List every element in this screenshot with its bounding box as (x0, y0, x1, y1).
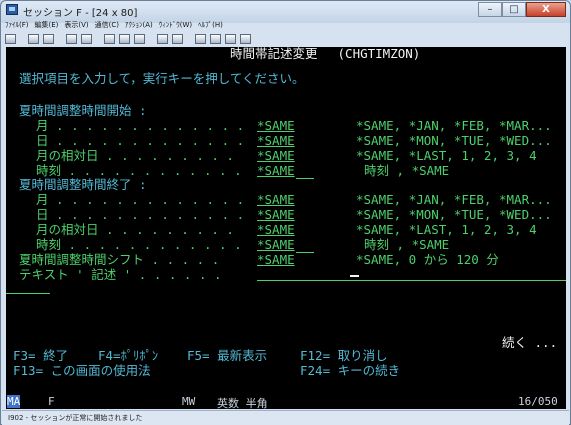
fkey-f4[interactable]: F4=ﾎﾟﾘﾎﾟﾝ (98, 349, 158, 363)
status-bar: I902 - セッションが正常に開始されました (2, 410, 569, 425)
paste-icon[interactable] (43, 34, 54, 44)
dst-start-month-input[interactable]: *SAME (257, 119, 295, 133)
dst-shift-choices: *SAME, 0 から 120 分 (356, 252, 499, 267)
dst-start-day-choices: *SAME, *MON, *TUE, *WED... (356, 133, 552, 148)
dst-end-relday-choices: *SAME, *LAST, 1, 2, 3, 4 (356, 222, 537, 237)
dst-end-time-label: 時刻 . . . . . . . . . . . . (36, 237, 242, 252)
dst-end-month-choices: *SAME, *JAN, *FEB, *MAR... (356, 192, 552, 207)
menu-file[interactable]: ﾌｧｲﾙ(F) (5, 20, 29, 32)
oia-mw: MW (182, 395, 196, 408)
palette-icon[interactable] (210, 34, 221, 44)
text-description-field-line (257, 280, 566, 281)
dst-start-month-label: 月 . . . . . . . . . . . . . (36, 118, 245, 133)
fkey-f24[interactable]: F24= キーの続き (300, 364, 400, 378)
send-icon[interactable] (66, 34, 77, 44)
dst-start-day-label: 日 . . . . . . . . . . . . . (36, 133, 245, 148)
menu-bar: ﾌｧｲﾙ(F) 編集(E) 表示(V) 通信(C) ｱｸｼｮﾝ(A) ｳｨﾝﾄﾞ… (5, 20, 223, 32)
dst-start-relday-choices: *SAME, *LAST, 1, 2, 3, 4 (356, 148, 537, 163)
title-bar[interactable]: セッション F - [24 x 80] – □ X (1, 1, 570, 19)
menu-window[interactable]: ｳｨﾝﾄﾞｳ(W) (159, 20, 192, 32)
more-indicator: 続く ... (502, 335, 558, 350)
oia-ma: MA (7, 395, 21, 408)
menu-edit[interactable]: 編集(E) (35, 20, 59, 32)
receive-icon[interactable] (81, 34, 92, 44)
text-cursor (350, 275, 359, 277)
instruction-text: 選択項目を入力して，実行キーを押してください。 (19, 71, 305, 86)
operator-info-area: MA F MW 英数 半角 16/050 (6, 394, 566, 410)
dst-end-relday-label: 月の相対日 . . . . . . . . . (36, 222, 234, 237)
stop-icon[interactable] (157, 34, 168, 44)
emulator-window: セッション F - [24 x 80] – □ X ﾌｧｲﾙ(F) 編集(E) … (0, 0, 571, 425)
close-button[interactable]: X (526, 2, 566, 17)
fkey-f5[interactable]: F5= 最新表示 (187, 349, 267, 363)
help-icon[interactable] (240, 34, 251, 44)
menu-communication[interactable]: 通信(C) (95, 20, 119, 32)
toolbar (5, 34, 251, 46)
tip-icon[interactable] (225, 34, 236, 44)
fkey-f3[interactable]: F3= 終了 (13, 349, 68, 363)
dst-start-relday-input[interactable]: *SAME (257, 149, 295, 163)
screen-title: 時間帯記述変更 (CHGTIMZON) (230, 47, 421, 61)
customize-icon[interactable] (195, 34, 206, 44)
text-description-label: テキスト ' 記述 ' . . . . . . (19, 267, 222, 282)
dst-shift-label: 夏時間調整時間シフト . . . . . (19, 252, 220, 267)
oia-session: F (48, 395, 55, 408)
dst-end-month-input[interactable]: *SAME (257, 193, 295, 207)
dst-end-time-choices: 時刻 , *SAME (364, 237, 450, 252)
dst-end-heading: 夏時間調整時間終了 : (19, 177, 147, 192)
oia-input-mode: 英数 半角 (217, 397, 268, 410)
copy-icon[interactable] (28, 34, 39, 44)
dst-end-relday-input[interactable]: *SAME (257, 223, 295, 237)
menu-action[interactable]: ｱｸｼｮﾝ(A) (125, 20, 153, 32)
minimize-button[interactable]: – (478, 2, 502, 17)
print-icon[interactable] (5, 34, 16, 44)
dst-start-time-label: 時刻 . . . . . . . . . . . . (36, 163, 242, 178)
fkey-f12[interactable]: F12= 取り消し (300, 349, 388, 363)
dst-start-time-choices: 時刻 , *SAME (364, 163, 450, 178)
app-icon (6, 4, 18, 15)
dst-start-month-choices: *SAME, *JAN, *FEB, *MAR... (356, 118, 552, 133)
oia-cursor-position: 16/050 (518, 395, 558, 408)
dst-end-day-choices: *SAME, *MON, *TUE, *WED... (356, 207, 552, 222)
dst-shift-input[interactable]: *SAME (257, 253, 295, 267)
record-icon[interactable] (119, 34, 130, 44)
fkey-f13[interactable]: F13= この画面の使用法 (13, 364, 151, 378)
menu-help[interactable]: ﾍﾙﾌﾟ(H) (198, 20, 223, 32)
dst-end-month-label: 月 . . . . . . . . . . . . . (36, 192, 245, 207)
dst-start-day-input[interactable]: *SAME (257, 134, 295, 148)
dst-end-time-input[interactable]: *SAME (257, 238, 295, 252)
dst-start-heading: 夏時間調整時間開始 : (19, 103, 147, 118)
menu-view[interactable]: 表示(V) (64, 20, 88, 32)
key-icon[interactable] (172, 34, 183, 44)
dst-end-day-label: 日 . . . . . . . . . . . . . (36, 207, 245, 222)
macro-icon[interactable] (104, 34, 115, 44)
maximize-button[interactable]: □ (502, 2, 526, 17)
status-message: I902 - セッションが正常に開始されました (8, 414, 143, 422)
play-icon[interactable] (134, 34, 145, 44)
dst-start-time-input[interactable]: *SAME (257, 164, 295, 178)
dst-start-relday-label: 月の相対日 . . . . . . . . . (36, 148, 234, 163)
window-title: セッション F - [24 x 80] (23, 8, 138, 19)
dst-end-day-input[interactable]: *SAME (257, 208, 295, 222)
terminal-screen[interactable]: 時間帯記述変更 (CHGTIMZON) 選択項目を入力して，実行キーを押してくだ… (6, 47, 566, 394)
